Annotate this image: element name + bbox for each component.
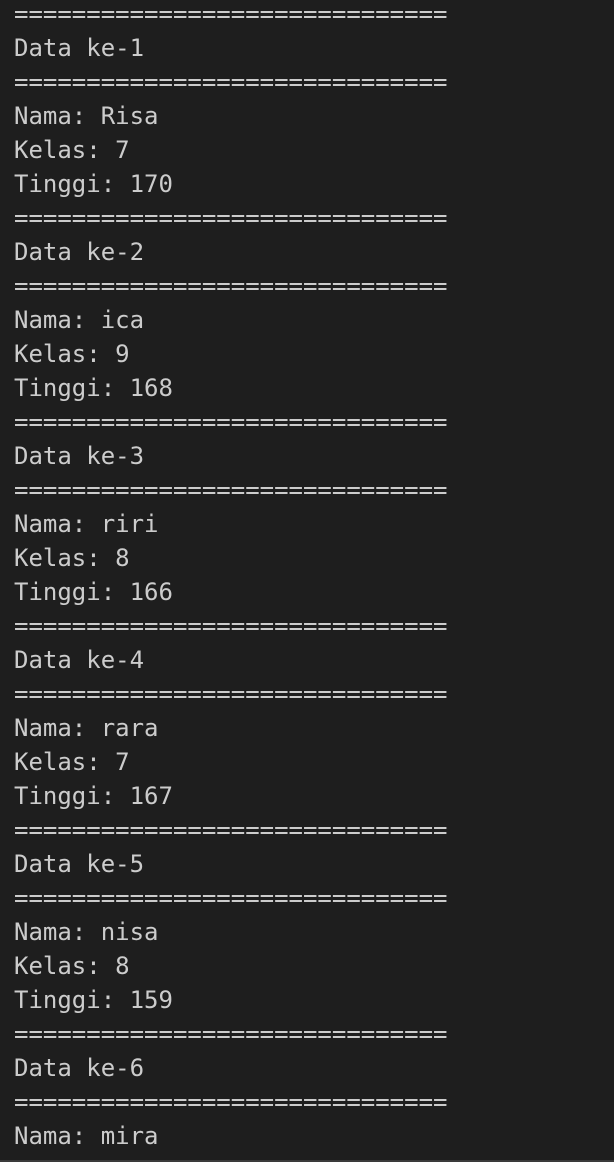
record-header: Data ke-1	[14, 34, 145, 62]
record-nama: Nama: rara	[14, 714, 159, 742]
separator-line: ==============================	[14, 1088, 448, 1116]
record-tinggi: Tinggi: 159	[14, 986, 173, 1014]
record-kelas: Kelas: 7	[14, 136, 130, 164]
record-tinggi: Tinggi: 170	[14, 170, 173, 198]
record-tinggi: Tinggi: 167	[14, 782, 173, 810]
record-header: Data ke-3	[14, 442, 145, 470]
record-header: Data ke-6	[14, 1054, 145, 1082]
separator-line: ==============================	[14, 68, 448, 96]
record-tinggi: Tinggi: 168	[14, 374, 173, 402]
terminal-output[interactable]: ============================== Data ke-1…	[0, 0, 614, 1159]
record-nama: Nama: Risa	[14, 102, 159, 130]
record-kelas: Kelas: 7	[14, 748, 130, 776]
record-nama: Nama: riri	[14, 510, 159, 538]
record-header: Data ke-2	[14, 238, 145, 266]
separator-line: ==============================	[14, 612, 448, 640]
separator-line: ==============================	[14, 884, 448, 912]
separator-line: ==============================	[14, 476, 448, 504]
separator-line: ==============================	[14, 816, 448, 844]
separator-line: ==============================	[14, 0, 448, 28]
separator-line: ==============================	[14, 204, 448, 232]
separator-line: ==============================	[14, 1020, 448, 1048]
record-header: Data ke-4	[14, 646, 145, 674]
record-kelas: Kelas: 8	[14, 952, 130, 980]
record-kelas: Kelas: 8	[14, 544, 130, 572]
record-kelas: Kelas: 9	[14, 340, 130, 368]
record-tinggi: Tinggi: 166	[14, 578, 173, 606]
record-nama: Nama: ica	[14, 306, 145, 334]
separator-line: ==============================	[14, 272, 448, 300]
record-nama: Nama: nisa	[14, 918, 159, 946]
record-nama: Nama: mira	[14, 1122, 159, 1150]
separator-line: ==============================	[14, 680, 448, 708]
separator-line: ==============================	[14, 408, 448, 436]
record-header: Data ke-5	[14, 850, 145, 878]
